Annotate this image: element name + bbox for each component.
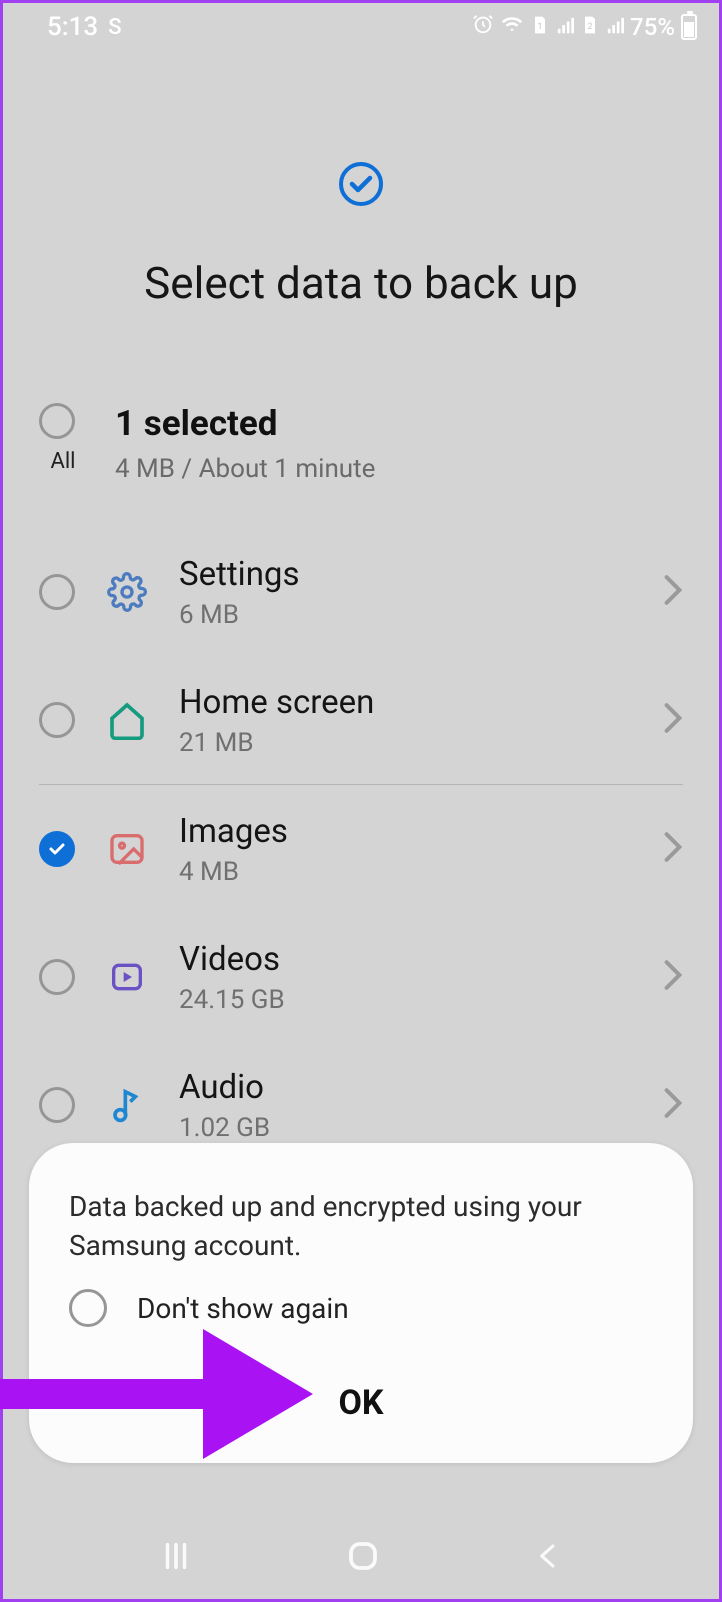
recents-button[interactable]: [159, 1539, 193, 1577]
home-icon: [105, 698, 149, 742]
svg-text:1: 1: [537, 22, 542, 32]
battery-percent: 75%: [630, 13, 675, 41]
item-title: Settings: [179, 555, 633, 594]
status-time: 5:13: [47, 12, 98, 42]
navigation-bar: [3, 1517, 719, 1599]
video-icon: [105, 955, 149, 999]
backup-item-settings[interactable]: Settings 6 MB: [39, 528, 683, 656]
chevron-right-icon[interactable]: [663, 702, 683, 738]
item-size: 1.02 GB: [179, 1113, 633, 1143]
wifi-icon: [500, 12, 524, 42]
alarm-icon: [472, 12, 494, 42]
checkbox-homescreen[interactable]: [39, 702, 75, 738]
select-all-label: All: [39, 449, 87, 474]
item-size: 21 MB: [179, 728, 633, 758]
gear-icon: [105, 570, 149, 614]
chevron-right-icon[interactable]: [663, 831, 683, 867]
item-title: Home screen: [179, 683, 633, 722]
home-button[interactable]: [345, 1538, 381, 1578]
chevron-right-icon[interactable]: [663, 574, 683, 610]
checkmark-circle-icon: [338, 161, 384, 207]
call-sim1-icon: 1: [530, 12, 550, 42]
page-title: Select data to back up: [3, 257, 719, 309]
backup-item-homescreen[interactable]: Home screen 21 MB: [39, 656, 683, 784]
backup-estimate: 4 MB / About 1 minute: [115, 454, 375, 484]
backup-item-images[interactable]: Images 4 MB: [39, 785, 683, 913]
chevron-right-icon[interactable]: [663, 1087, 683, 1123]
item-size: 24.15 GB: [179, 985, 633, 1015]
checkbox-videos[interactable]: [39, 959, 75, 995]
status-bar: 5:13 S 1 2 75%: [3, 3, 719, 51]
ok-button[interactable]: OK: [69, 1383, 653, 1431]
toast-message: Data backed up and encrypted using your …: [69, 1187, 653, 1265]
image-icon: [105, 827, 149, 871]
battery-icon: [681, 14, 697, 40]
checkbox-audio[interactable]: [39, 1087, 75, 1123]
item-size: 4 MB: [179, 857, 633, 887]
svg-text:2: 2: [587, 22, 592, 32]
item-title: Videos: [179, 940, 633, 979]
backup-item-videos[interactable]: Videos 24.15 GB: [39, 913, 683, 1041]
item-title: Audio: [179, 1068, 633, 1107]
select-all-checkbox[interactable]: [39, 403, 75, 439]
back-button[interactable]: [533, 1539, 563, 1577]
status-app-indicator: S: [108, 15, 121, 40]
dont-show-checkbox[interactable]: [69, 1289, 107, 1327]
signal2-icon: [606, 12, 624, 42]
call-sim2-icon: 2: [580, 12, 600, 42]
page-header: Select data to back up: [3, 51, 719, 309]
signal1-icon: [556, 12, 574, 42]
selected-count: 1 selected: [115, 403, 375, 444]
item-title: Images: [179, 812, 633, 851]
info-toast: Data backed up and encrypted using your …: [29, 1143, 693, 1463]
checkbox-images[interactable]: [39, 831, 75, 867]
chevron-right-icon[interactable]: [663, 959, 683, 995]
dont-show-label: Don't show again: [137, 1292, 349, 1325]
item-size: 6 MB: [179, 600, 633, 630]
backup-item-list: Settings 6 MB Home screen 21 MB: [3, 528, 719, 1169]
audio-icon: [105, 1083, 149, 1127]
selection-summary: All 1 selected 4 MB / About 1 minute: [3, 309, 719, 528]
checkbox-settings[interactable]: [39, 574, 75, 610]
